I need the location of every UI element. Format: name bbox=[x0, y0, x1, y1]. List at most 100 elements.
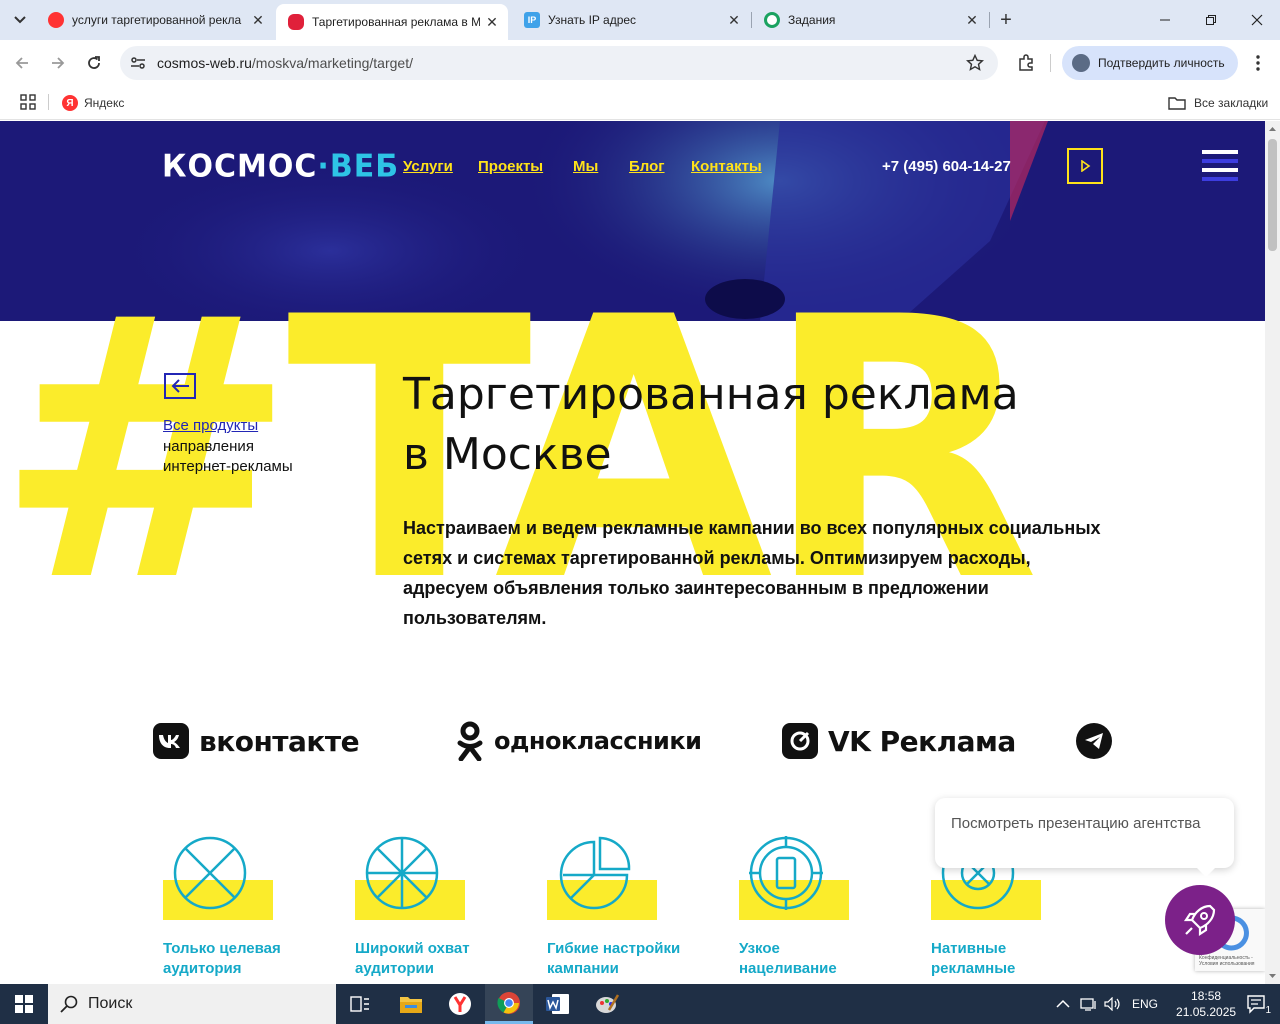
back-to-products-button[interactable] bbox=[164, 373, 196, 399]
ok-icon bbox=[457, 721, 483, 761]
logo-dot: · bbox=[317, 148, 330, 185]
search-placeholder: Поиск bbox=[88, 995, 133, 1012]
tab-search-button[interactable] bbox=[8, 8, 32, 32]
verify-label: Подтвердить личность bbox=[1098, 56, 1225, 70]
close-icon[interactable]: ✕ bbox=[726, 12, 742, 28]
tab-title: Таргетированная реклама в М bbox=[312, 15, 480, 29]
arrow-left-icon bbox=[15, 57, 28, 69]
forward-button[interactable] bbox=[44, 49, 72, 77]
bookmarks-separator bbox=[48, 94, 49, 110]
page-title-line: в Москве bbox=[403, 429, 612, 480]
feature-label: Нативные рекламные bbox=[931, 940, 1016, 977]
close-window-button[interactable] bbox=[1234, 0, 1280, 40]
taskbar-yandex-browser[interactable] bbox=[436, 984, 484, 1024]
clock[interactable]: 18:58 21.05.2025 bbox=[1176, 988, 1236, 1020]
close-icon[interactable]: ✕ bbox=[484, 14, 500, 30]
target-circle-icon bbox=[173, 836, 247, 910]
nav-link-services[interactable]: Услуги bbox=[403, 158, 453, 175]
play-icon bbox=[1081, 160, 1091, 172]
taskbar-explorer[interactable] bbox=[387, 984, 435, 1024]
phone-number[interactable]: +7 (495) 604-14-27 bbox=[882, 158, 1011, 175]
arrow-left-icon bbox=[171, 379, 189, 393]
apps-button[interactable] bbox=[18, 92, 38, 112]
network-icon[interactable] bbox=[1080, 997, 1098, 1011]
notification-count: 1 bbox=[1265, 1005, 1271, 1016]
reload-button[interactable] bbox=[80, 49, 108, 77]
menu-button[interactable] bbox=[1244, 49, 1272, 77]
brand-odnoklassniki: одноклассники bbox=[456, 721, 702, 761]
browser-toolbar: cosmos-web.ru/moskva/marketing/target/ П… bbox=[0, 40, 1280, 86]
tab-separator bbox=[989, 12, 990, 28]
tab-tasks[interactable]: Задания ✕ bbox=[752, 4, 988, 36]
new-tab-button[interactable]: + bbox=[994, 8, 1018, 32]
task-view-icon bbox=[350, 996, 369, 1012]
logo-accent-text: ВЕБ bbox=[329, 148, 400, 185]
burger-line bbox=[1202, 168, 1238, 172]
play-video-button[interactable] bbox=[1067, 148, 1103, 184]
nav-link-about[interactable]: Мы bbox=[573, 158, 598, 175]
presentation-rocket-button[interactable] bbox=[1165, 885, 1235, 955]
tooltip-tail bbox=[1196, 867, 1216, 877]
tab-ip[interactable]: IP Узнать IP адрес ✕ bbox=[512, 4, 750, 36]
hamburger-menu-button[interactable] bbox=[1202, 148, 1238, 184]
address-bar[interactable]: cosmos-web.ru/moskva/marketing/target/ bbox=[120, 46, 998, 80]
volume-icon[interactable] bbox=[1104, 997, 1122, 1011]
restore-button[interactable] bbox=[1188, 0, 1234, 40]
system-tray: ENG 18:58 21.05.2025 bbox=[1056, 984, 1236, 1024]
wheel-icon bbox=[365, 836, 439, 910]
taskbar-chrome[interactable] bbox=[485, 984, 533, 1024]
scrollbar-thumb[interactable] bbox=[1268, 139, 1277, 251]
windows-taskbar: Поиск ENG 18:58 21.05.2025 1 bbox=[0, 984, 1280, 1024]
chevron-up-icon[interactable] bbox=[1056, 999, 1070, 1009]
tasks-icon bbox=[764, 12, 780, 28]
feature-label: Только целевая аудитория bbox=[163, 940, 281, 977]
page-title: Таргетированная реклама в Москве bbox=[403, 365, 1103, 485]
taskbar-search[interactable]: Поиск bbox=[48, 984, 336, 1024]
rocket-icon bbox=[1183, 904, 1216, 937]
notifications-button[interactable]: 1 bbox=[1234, 984, 1280, 1024]
star-icon[interactable] bbox=[966, 54, 984, 72]
language-indicator[interactable]: ENG bbox=[1132, 997, 1158, 1011]
bookmarks-bar: Я Яндекс Все закладки bbox=[0, 86, 1280, 120]
start-button[interactable] bbox=[0, 984, 48, 1024]
bookmark-label: Яндекс bbox=[84, 96, 125, 110]
scroll-up-icon[interactable] bbox=[1265, 123, 1280, 135]
task-view-button[interactable] bbox=[336, 984, 384, 1024]
extensions-button[interactable] bbox=[1012, 49, 1040, 77]
url-path: /moskva/marketing/target/ bbox=[251, 55, 413, 71]
page-scrollbar[interactable] bbox=[1265, 121, 1280, 984]
taskbar-paint[interactable] bbox=[583, 984, 631, 1024]
feature-label: Гибкие настройки кампании bbox=[547, 940, 681, 977]
back-button[interactable] bbox=[8, 49, 36, 77]
brand-name: одноклассники bbox=[494, 727, 702, 755]
nav-link-contacts[interactable]: Контакты bbox=[691, 158, 762, 175]
clock-date: 21.05.2025 bbox=[1176, 1005, 1237, 1019]
presentation-tooltip[interactable]: Посмотреть презентацию агентства bbox=[935, 798, 1234, 868]
nav-link-blog[interactable]: Блог bbox=[629, 158, 665, 175]
yandex-browser-icon bbox=[449, 993, 471, 1015]
nav-link-projects[interactable]: Проекты bbox=[478, 158, 543, 175]
tab-yandex-search[interactable]: услуги таргетированной рекла ✕ bbox=[36, 4, 274, 36]
all-bookmarks-button[interactable]: Все закладки bbox=[1168, 92, 1268, 114]
page-title-line: Таргетированная реклама bbox=[403, 369, 1019, 420]
burger-line bbox=[1202, 150, 1238, 154]
url-text[interactable]: cosmos-web.ru/moskva/marketing/target/ bbox=[157, 55, 413, 71]
verify-identity-button[interactable]: Подтвердить личность bbox=[1062, 46, 1238, 80]
bookmark-yandex[interactable]: Я Яндекс bbox=[62, 92, 124, 114]
minimize-button[interactable] bbox=[1142, 0, 1188, 40]
tab-cosmos-web[interactable]: Таргетированная реклама в М ✕ bbox=[276, 4, 508, 40]
apps-grid-icon bbox=[20, 94, 36, 110]
site-info-icon[interactable] bbox=[130, 55, 146, 71]
burger-line bbox=[1202, 159, 1238, 163]
tab-title: услуги таргетированной рекла bbox=[72, 13, 242, 27]
pie-chart-icon bbox=[559, 836, 631, 910]
url-domain: cosmos-web.ru bbox=[157, 55, 252, 71]
clock-time: 18:58 bbox=[1191, 989, 1222, 1003]
close-icon[interactable]: ✕ bbox=[250, 12, 266, 28]
close-icon[interactable]: ✕ bbox=[964, 12, 980, 28]
taskbar-word[interactable] bbox=[534, 984, 582, 1024]
scroll-down-icon[interactable] bbox=[1265, 970, 1280, 982]
all-products-link[interactable]: Все продукты bbox=[163, 417, 258, 434]
site-logo[interactable]: КОСМОС·ВЕБ bbox=[162, 148, 399, 185]
burger-line bbox=[1202, 177, 1238, 181]
